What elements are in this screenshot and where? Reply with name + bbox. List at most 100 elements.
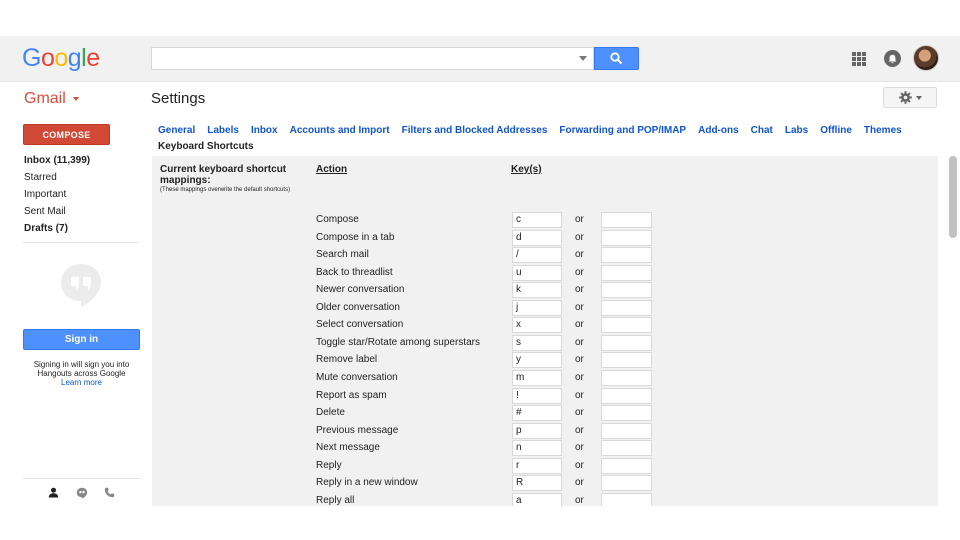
shortcut-key-field[interactable]: # bbox=[512, 405, 562, 422]
shortcut-key-field[interactable]: j bbox=[512, 299, 562, 316]
google-logo[interactable]: Google bbox=[22, 44, 100, 73]
shortcut-key-field[interactable]: n bbox=[512, 440, 562, 457]
gear-icon bbox=[898, 91, 912, 104]
settings-tab[interactable]: Inbox bbox=[251, 125, 278, 136]
shortcut-row: Previous message p or bbox=[0, 422, 940, 440]
alternate-key-field[interactable] bbox=[601, 247, 652, 264]
alternate-key-field[interactable] bbox=[601, 229, 652, 246]
avatar[interactable] bbox=[913, 45, 939, 71]
alternate-key-field[interactable] bbox=[601, 457, 652, 474]
shortcut-action: Remove label bbox=[316, 354, 378, 366]
search-options-caret-icon[interactable] bbox=[579, 56, 587, 61]
shortcut-row: Delete # or bbox=[0, 405, 940, 422]
shortcut-action: Next message bbox=[316, 442, 380, 454]
logo-letter: o bbox=[54, 44, 68, 72]
shortcut-key-field[interactable]: ! bbox=[512, 387, 562, 404]
shortcut-key-field[interactable]: c bbox=[512, 212, 562, 228]
shortcut-key-field[interactable]: s bbox=[512, 334, 562, 351]
or-label: or bbox=[575, 319, 584, 331]
shortcut-action: Select conversation bbox=[316, 319, 404, 331]
shortcut-row: Compose in a tab d or bbox=[0, 229, 940, 247]
settings-gear-button[interactable] bbox=[883, 87, 937, 108]
settings-tab[interactable]: Labs bbox=[785, 125, 808, 136]
alternate-key-field[interactable] bbox=[601, 475, 652, 492]
sidebar-item[interactable]: Inbox (11,399) bbox=[0, 152, 140, 169]
settings-tab[interactable]: Offline bbox=[820, 125, 852, 136]
shortcut-table: Compose c or Compose in a tab d or Search mail… bbox=[0, 177, 940, 506]
alternate-key-field[interactable] bbox=[601, 369, 652, 386]
shortcut-key-field[interactable]: d bbox=[512, 229, 562, 246]
settings-tab[interactable]: Filters and Blocked Addresses bbox=[402, 125, 548, 136]
settings-tab[interactable]: Forwarding and POP/IMAP bbox=[559, 125, 686, 136]
settings-tab[interactable]: Accounts and Import bbox=[290, 125, 390, 136]
shortcut-action: Compose in a tab bbox=[316, 231, 395, 243]
shortcut-action: Report as spam bbox=[316, 389, 387, 401]
or-label: or bbox=[575, 214, 584, 225]
alternate-key-field[interactable] bbox=[601, 212, 652, 228]
shortcut-row: Report as spam! or bbox=[0, 387, 940, 405]
shortcut-action: Reply in a new window bbox=[316, 477, 418, 489]
shortcut-key-field[interactable]: R bbox=[512, 475, 562, 492]
or-label: or bbox=[575, 494, 584, 506]
shortcut-row: Mute conversation m or bbox=[0, 369, 940, 387]
gmail-switcher[interactable]: Gmail bbox=[24, 90, 79, 108]
alternate-key-field[interactable] bbox=[601, 492, 652, 506]
shortcut-row: Toggle star/Rotate among superstars s or bbox=[0, 334, 940, 352]
shortcut-action: Previous message bbox=[316, 424, 399, 436]
or-label: or bbox=[575, 424, 584, 436]
alternate-key-field[interactable] bbox=[601, 334, 652, 351]
shortcut-key-field[interactable]: p bbox=[512, 422, 562, 439]
shortcut-key-field[interactable]: r bbox=[512, 457, 562, 474]
shortcut-action: Delete bbox=[316, 407, 345, 419]
shortcut-key-field[interactable]: x bbox=[512, 317, 562, 334]
settings-tabs: General Labels Inbox Accounts and Import Fil… bbox=[158, 125, 914, 136]
page-title: Settings bbox=[151, 90, 206, 107]
settings-tab[interactable]: Labels bbox=[207, 125, 239, 136]
alternate-key-field[interactable] bbox=[601, 387, 652, 404]
or-label: or bbox=[575, 301, 584, 313]
alternate-key-field[interactable] bbox=[601, 299, 652, 316]
chevron-down-icon bbox=[915, 95, 922, 100]
or-label: or bbox=[575, 407, 584, 419]
shortcut-key-field[interactable]: k bbox=[512, 282, 562, 299]
top-header: Google bbox=[0, 36, 960, 82]
logo-letter: g bbox=[67, 44, 82, 72]
alternate-key-field[interactable] bbox=[601, 264, 652, 281]
apps-grid-icon[interactable] bbox=[852, 52, 866, 66]
shortcut-key-field[interactable]: / bbox=[512, 247, 562, 264]
alternate-key-field[interactable] bbox=[601, 440, 652, 457]
shortcut-key-field[interactable]: u bbox=[512, 264, 562, 281]
settings-tab[interactable]: Chat bbox=[751, 125, 773, 136]
shortcut-row: Reply all a or bbox=[0, 492, 940, 506]
shortcut-row: Next message n or bbox=[0, 440, 940, 457]
or-label: or bbox=[575, 459, 584, 471]
search-input[interactable] bbox=[152, 48, 572, 69]
search-button[interactable] bbox=[594, 47, 639, 70]
shortcut-key-field[interactable]: y bbox=[512, 352, 562, 369]
compose-button[interactable]: COMPOSE bbox=[23, 124, 110, 145]
shortcut-action: Toggle star/Rotate among superstars bbox=[316, 336, 480, 348]
shortcut-row: Search mail / or bbox=[0, 247, 940, 264]
settings-tab[interactable]: Themes bbox=[864, 125, 902, 136]
search-box[interactable] bbox=[151, 47, 594, 70]
logo-letter: G bbox=[22, 44, 41, 72]
or-label: or bbox=[575, 477, 584, 489]
tab-keyboard-shortcuts[interactable]: Keyboard Shortcuts bbox=[158, 141, 254, 152]
or-label: or bbox=[575, 336, 584, 348]
settings-tab[interactable]: Add-ons bbox=[698, 125, 739, 136]
action-column-header: Action bbox=[316, 164, 348, 175]
scrollbar[interactable] bbox=[949, 156, 957, 238]
alternate-key-field[interactable] bbox=[601, 422, 652, 439]
settings-tab[interactable]: General bbox=[158, 125, 195, 136]
alternate-key-field[interactable] bbox=[601, 282, 652, 299]
shortcut-action: Search mail bbox=[316, 249, 369, 261]
shortcut-key-field[interactable]: a bbox=[512, 492, 562, 506]
notifications-icon[interactable] bbox=[884, 50, 901, 67]
shortcut-key-field[interactable]: m bbox=[512, 369, 562, 386]
alternate-key-field[interactable] bbox=[601, 352, 652, 369]
or-label: or bbox=[575, 231, 584, 243]
alternate-key-field[interactable] bbox=[601, 405, 652, 422]
or-label: or bbox=[575, 371, 584, 383]
shortcut-row: Older conversation j or bbox=[0, 299, 940, 317]
alternate-key-field[interactable] bbox=[601, 317, 652, 334]
